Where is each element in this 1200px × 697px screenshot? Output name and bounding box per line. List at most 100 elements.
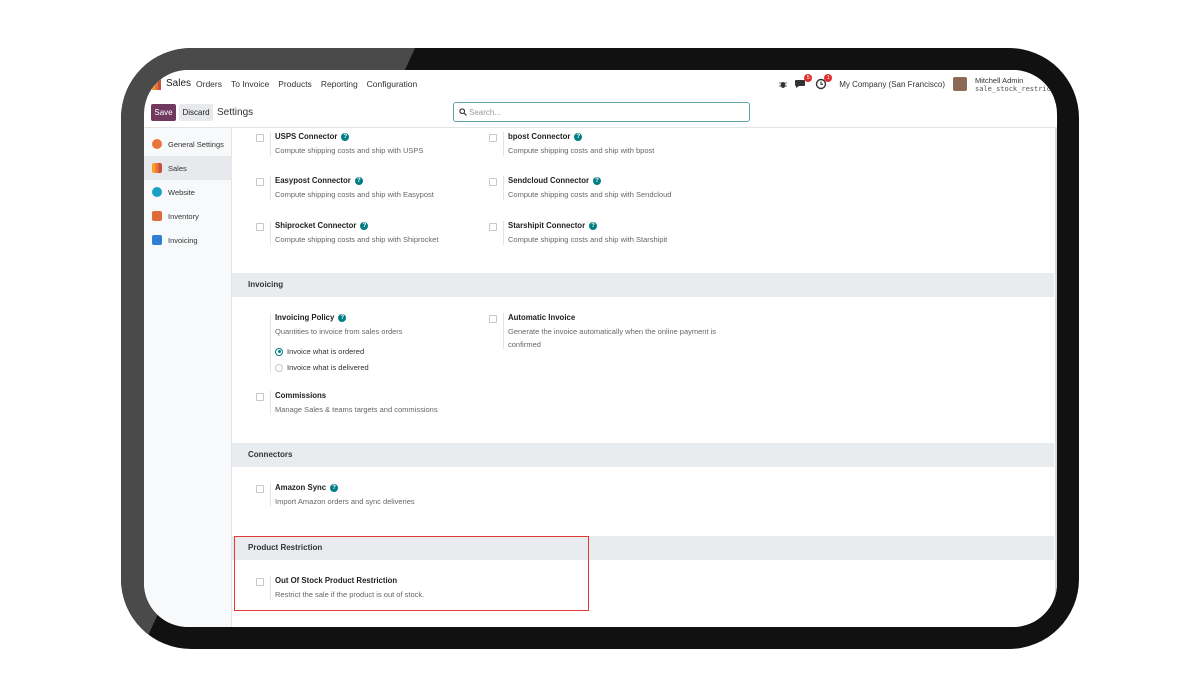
setting-divider (270, 483, 271, 507)
setting-title: Invoicing Policy (275, 313, 335, 322)
settings-sidebar: General Settings Sales Website Inventory… (144, 128, 232, 627)
setting-description: Manage Sales & teams targets and commiss… (275, 405, 438, 414)
invoicing-icon (152, 235, 162, 245)
sidebar-item-general-settings[interactable]: General Settings (144, 132, 232, 156)
search-input[interactable] (469, 105, 739, 119)
setting-description: Quantities to invoice from sales orders (275, 327, 403, 336)
setting-title: Amazon Sync (275, 483, 327, 492)
app-brand[interactable]: Sales (166, 78, 191, 89)
amazon-sync-checkbox[interactable] (256, 485, 264, 493)
sidebar-item-label: Inventory (168, 211, 199, 221)
setting-description: Generate the invoice automatically when … (508, 325, 716, 351)
automatic-invoice-checkbox[interactable] (489, 315, 497, 323)
setting-description: Compute shipping costs and ship with Sta… (508, 235, 668, 244)
setting-divider (270, 313, 271, 373)
sidebar-item-label: General Settings (168, 139, 224, 149)
setting-description: Compute shipping costs and ship with bpo… (508, 146, 655, 155)
sidebar-item-sales[interactable]: Sales (144, 156, 232, 180)
setting-divider (270, 132, 271, 156)
shiprocket-checkbox[interactable] (256, 223, 264, 231)
user-avatar[interactable] (953, 77, 967, 91)
sales-icon (152, 163, 162, 173)
setting-divider (270, 391, 271, 415)
starshipit-checkbox[interactable] (489, 223, 497, 231)
description-line: Generate the invoice automatically when … (508, 327, 717, 336)
setting-description: Compute shipping costs and ship with USP… (275, 146, 424, 155)
menu-products[interactable]: Products (278, 79, 312, 89)
setting-title: USPS Connector (275, 132, 338, 141)
messages-badge: 5 (804, 74, 813, 82)
help-icon[interactable]: ? (330, 483, 339, 492)
setting-title: Automatic Invoice (508, 313, 576, 322)
discard-button[interactable]: Discard (179, 104, 213, 121)
setting-title: Commissions (275, 391, 327, 400)
radio-button[interactable] (275, 363, 283, 372)
control-panel: Save Discard Settings (144, 98, 1057, 128)
website-icon (152, 187, 162, 197)
messages-button[interactable]: 5 (795, 74, 813, 90)
setting-title: Starshipit Connector (508, 221, 586, 230)
help-icon[interactable]: ? (354, 176, 363, 185)
help-icon[interactable]: ? (574, 132, 583, 141)
setting-title: Easypost Connector (275, 176, 351, 185)
radio-label: Invoice what is delivered (287, 363, 369, 372)
radio-button-selected[interactable] (275, 347, 283, 356)
scrollbar[interactable] (1055, 128, 1057, 627)
setting-description: Compute shipping costs and ship with Eas… (275, 190, 434, 199)
setting-title: bpost Connector (508, 132, 571, 141)
general-settings-icon (152, 139, 162, 149)
user-name: Mitchell Admin (975, 75, 1024, 85)
setting-divider (270, 176, 271, 200)
bpost-checkbox[interactable] (489, 134, 497, 142)
setting-description: Compute shipping costs and ship with Shi… (275, 235, 439, 244)
setting-divider (503, 132, 504, 156)
help-icon[interactable]: ? (593, 176, 602, 185)
database-name: sale_stock_restriction (975, 84, 1057, 93)
help-icon[interactable]: ? (338, 313, 347, 322)
help-icon[interactable]: ? (589, 221, 598, 230)
sidebar-item-label: Website (168, 187, 195, 197)
radio-invoice-ordered[interactable]: Invoice what is ordered (275, 347, 364, 356)
company-switcher[interactable]: My Company (San Francisco) (839, 80, 945, 89)
menu-orders[interactable]: Orders (196, 79, 222, 89)
top-navbar: Sales Orders To Invoice Products Reporti… (144, 70, 1057, 98)
setting-description: Compute shipping costs and ship with Sen… (508, 190, 672, 199)
user-menu[interactable]: Mitchell Admin sale_stock_restriction (975, 76, 1057, 93)
sales-app-icon[interactable] (152, 77, 162, 90)
commissions-checkbox[interactable] (256, 393, 264, 401)
page-title: Settings (217, 107, 254, 118)
setting-description: Import Amazon orders and sync deliveries (275, 497, 415, 506)
sendcloud-checkbox[interactable] (489, 178, 497, 186)
main-menu: Orders To Invoice Products Reporting Con… (196, 79, 417, 89)
sidebar-item-label: Invoicing (168, 235, 198, 245)
save-button[interactable]: Save (151, 104, 176, 121)
sidebar-item-label: Sales (168, 163, 187, 173)
help-icon[interactable]: ? (360, 221, 369, 230)
inventory-icon (152, 211, 162, 221)
navbar-systray: 5 1 My Company (San Francisco) Mitchell … (779, 74, 1057, 94)
setting-divider (503, 221, 504, 245)
radio-label: Invoice what is ordered (287, 347, 365, 356)
search-bar[interactable] (453, 102, 750, 122)
setting-title: Sendcloud Connector (508, 176, 590, 185)
sidebar-item-website[interactable]: Website (144, 180, 232, 204)
help-icon[interactable]: ? (341, 132, 350, 141)
sidebar-item-inventory[interactable]: Inventory (144, 204, 232, 228)
activity-button[interactable]: 1 (815, 74, 833, 90)
easypost-checkbox[interactable] (256, 178, 264, 186)
menu-to-invoice[interactable]: To Invoice (231, 79, 269, 89)
description-line: confirmed (508, 340, 541, 349)
highlight-box (234, 536, 589, 611)
menu-reporting[interactable]: Reporting (321, 79, 358, 89)
section-header-invoicing: Invoicing (232, 273, 1054, 297)
activity-badge: 1 (824, 74, 833, 82)
debug-bug-icon[interactable] (779, 80, 788, 89)
search-icon (459, 108, 467, 116)
radio-invoice-delivered[interactable]: Invoice what is delivered (275, 363, 369, 372)
menu-configuration[interactable]: Configuration (367, 79, 418, 89)
setting-divider (270, 221, 271, 245)
setting-title: Shiprocket Connector (275, 221, 357, 230)
setting-divider (503, 313, 504, 349)
sidebar-item-invoicing[interactable]: Invoicing (144, 228, 232, 252)
usps-checkbox[interactable] (256, 134, 264, 142)
